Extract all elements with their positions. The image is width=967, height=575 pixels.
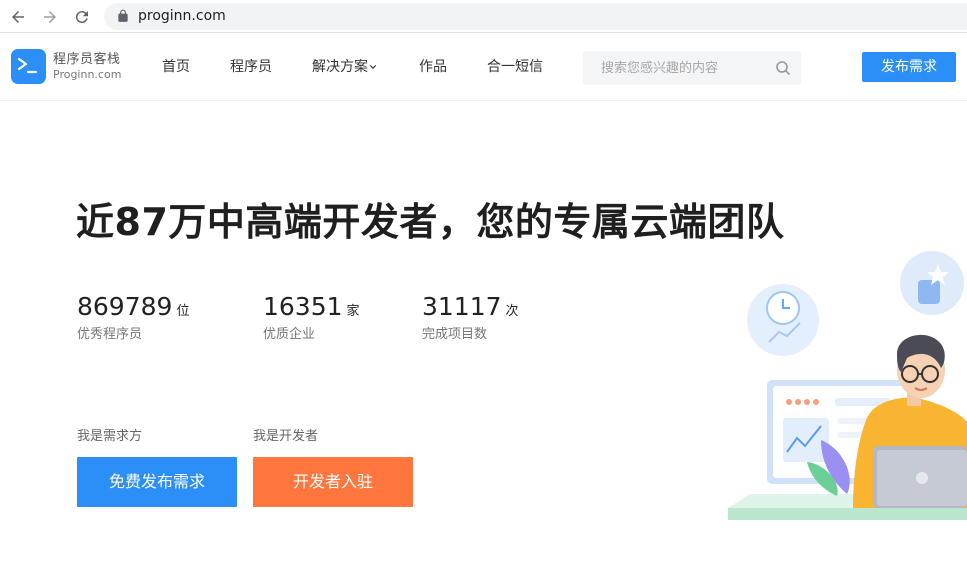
free-publish-button[interactable]: 免费发布需求 (77, 457, 237, 507)
stat-unit: 次 (505, 304, 519, 319)
url-text: proginn.com (138, 8, 226, 24)
address-bar[interactable]: proginn.com (104, 3, 967, 30)
search-icon[interactable] (775, 60, 791, 76)
thumbs-up-icon (900, 251, 964, 315)
site-header: 程序员客栈 Proginn.com 首页 程序员 解决方案 作品 合一短信 发布… (0, 34, 967, 101)
clock-icon (747, 284, 819, 356)
stat-value: 869789 (77, 292, 173, 321)
logo-subtitle: Proginn.com (53, 68, 122, 81)
browser-toolbar: proginn.com (0, 0, 967, 33)
stat-label: 优质企业 (263, 327, 316, 342)
stat-value: 31117 (422, 292, 502, 321)
publish-request-button[interactable]: 发布需求 (862, 52, 956, 82)
nav-programmers[interactable]: 程序员 (230, 59, 272, 76)
nav-home[interactable]: 首页 (162, 59, 190, 76)
back-button[interactable] (7, 6, 29, 28)
stat-projects: 31117 次 完成项目数 (422, 292, 519, 343)
forward-button[interactable] (39, 6, 61, 28)
reload-button[interactable] (71, 6, 93, 28)
stat-companies: 16351 家 优质企业 (263, 292, 360, 343)
lock-icon (118, 9, 128, 22)
search-box (583, 51, 801, 85)
stat-label: 优秀程序员 (77, 327, 143, 342)
nav-sms[interactable]: 合一短信 (487, 59, 543, 76)
stat-label: 完成项目数 (422, 327, 488, 342)
nav-solutions-label: 解决方案 (312, 59, 368, 75)
developer-role-label: 我是开发者 (253, 429, 319, 444)
developer-join-button[interactable]: 开发者入驻 (253, 457, 413, 507)
stat-unit: 家 (346, 304, 360, 319)
search-input[interactable] (583, 51, 763, 85)
chevron-down-icon (369, 65, 377, 69)
logo-terminal-icon (17, 57, 38, 74)
nav-solutions[interactable]: 解决方案 (312, 59, 377, 76)
hero-title: 近87万中高端开发者，您的专属云端团队 (76, 200, 785, 244)
reload-icon (75, 11, 88, 24)
stat-value: 16351 (263, 292, 343, 321)
stat-unit: 位 (176, 304, 190, 319)
nav-works[interactable]: 作品 (419, 59, 447, 76)
stat-programmers: 869789 位 优秀程序员 (77, 292, 189, 343)
hero-illustration (728, 251, 967, 520)
logo[interactable] (11, 49, 46, 84)
back-arrow-icon (12, 11, 24, 23)
forward-arrow-icon (44, 11, 56, 23)
logo-title: 程序员客栈 (53, 52, 121, 67)
client-role-label: 我是需求方 (77, 429, 143, 444)
